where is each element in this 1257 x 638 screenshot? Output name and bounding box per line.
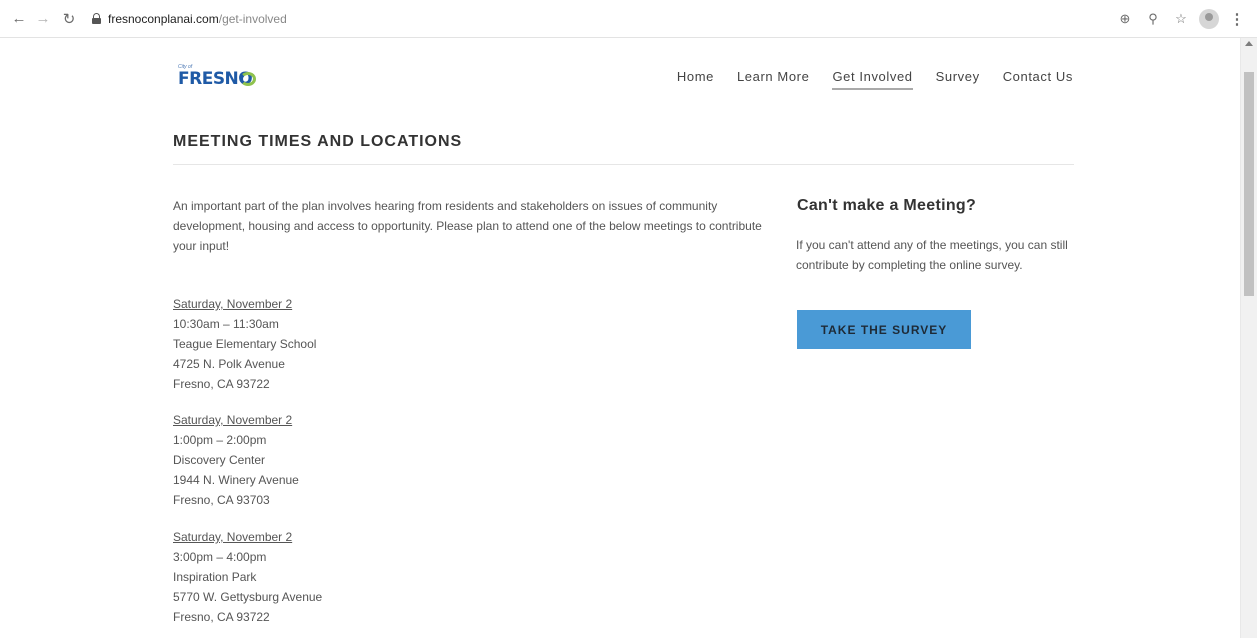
site-nav: Home Learn More Get Involved Survey Cont… (654, 69, 1073, 90)
meeting-city: Fresno, CA 93703 (173, 493, 270, 507)
meeting-street: 5770 W. Gettysburg Avenue (173, 590, 323, 604)
intro-text: An important part of the plan involves h… (173, 199, 762, 253)
nav-home[interactable]: Home (677, 69, 714, 90)
sidebar-text: If you can't attend any of the meetings,… (796, 238, 1068, 272)
meeting-city: Fresno, CA 93722 (173, 377, 270, 391)
profile-icon[interactable] (1197, 8, 1221, 30)
meeting-place: Discovery Center (173, 453, 266, 467)
menu-icon[interactable]: ⋮ (1225, 8, 1249, 30)
take-survey-button[interactable]: TAKE THE SURVEY (797, 310, 971, 349)
scroll-thumb[interactable] (1244, 72, 1254, 296)
meeting-street: 4725 N. Polk Avenue (173, 357, 285, 371)
browser-toolbar: ← → ↻ fresnoconplanai.com/get-involved ⊕… (0, 0, 1257, 38)
url-path: /get-involved (218, 11, 287, 26)
meeting-date: Saturday, November 2 (173, 530, 293, 544)
forward-icon[interactable]: → (32, 8, 54, 30)
fresno-logo[interactable]: City of FRESNO (178, 64, 258, 92)
address-bar[interactable]: fresnoconplanai.com/get-involved (92, 6, 287, 32)
nav-contact-us[interactable]: Contact Us (1003, 69, 1073, 90)
browser-actions: ⊕ ⚲ ☆ ⋮ (1113, 8, 1249, 30)
meeting-item: Saturday, November 2 3:00pm – 4:00pm Ins… (173, 527, 473, 627)
url-domain: fresnoconplanai.com (108, 11, 219, 26)
nav-get-involved[interactable]: Get Involved (832, 69, 913, 90)
meeting-item: Saturday, November 2 10:30am – 11:30am T… (173, 294, 473, 394)
lock-icon (92, 13, 101, 24)
sidebar-title: Can't make a Meeting? (797, 197, 977, 214)
meeting-item: Saturday, November 2 1:00pm – 2:00pm Dis… (173, 410, 473, 510)
meeting-place: Teague Elementary School (173, 337, 317, 351)
star-icon[interactable]: ☆ (1169, 8, 1193, 30)
meeting-time: 10:30am – 11:30am (173, 317, 279, 331)
page-title: MEETING TIMES AND LOCATIONS (173, 133, 463, 150)
meeting-street: 1944 N. Winery Avenue (173, 473, 299, 487)
reload-icon[interactable]: ↻ (58, 8, 80, 30)
meeting-city: Fresno, CA 93722 (173, 610, 270, 624)
nav-survey[interactable]: Survey (936, 69, 980, 90)
search-icon[interactable]: ⚲ (1141, 8, 1165, 30)
meeting-place: Inspiration Park (173, 570, 257, 584)
page-scrollbar[interactable] (1240, 38, 1257, 638)
meeting-date: Saturday, November 2 (173, 297, 293, 311)
meeting-time: 1:00pm – 2:00pm (173, 433, 267, 447)
nav-learn-more[interactable]: Learn More (737, 69, 809, 90)
scroll-up-icon[interactable] (1245, 41, 1253, 46)
zoom-add-icon[interactable]: ⊕ (1113, 8, 1137, 30)
title-divider (173, 164, 1074, 165)
meeting-date: Saturday, November 2 (173, 413, 293, 427)
meeting-time: 3:00pm – 4:00pm (173, 550, 267, 564)
logo-swoosh-icon (240, 72, 256, 86)
back-icon[interactable]: ← (8, 8, 30, 30)
